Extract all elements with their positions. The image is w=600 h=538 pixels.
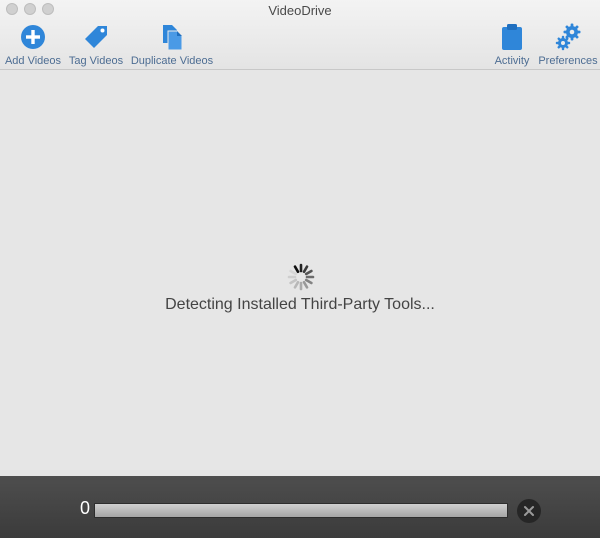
main-content: Detecting Installed Third-Party Tools... bbox=[0, 70, 600, 476]
tag-videos-button[interactable]: Tag Videos bbox=[67, 22, 125, 68]
preferences-button[interactable]: Preferences bbox=[537, 22, 599, 68]
toolbar: VideoDrive Add Videos Tag Videos Duplica… bbox=[0, 0, 600, 70]
preferences-label: Preferences bbox=[538, 55, 598, 67]
progress-count: 0 bbox=[79, 498, 90, 518]
status-message: Detecting Installed Third-Party Tools... bbox=[165, 296, 435, 313]
gears-icon bbox=[555, 23, 581, 51]
activity-button[interactable]: Activity bbox=[490, 22, 534, 68]
duplicate-documents-icon bbox=[163, 25, 183, 51]
close-icon bbox=[524, 506, 534, 516]
duplicate-videos-label: Duplicate Videos bbox=[130, 55, 214, 67]
add-videos-label: Add Videos bbox=[4, 55, 62, 67]
add-videos-button[interactable]: Add Videos bbox=[3, 22, 63, 68]
progress-bar bbox=[94, 503, 508, 518]
cancel-button[interactable] bbox=[517, 499, 541, 523]
plus-circle-icon bbox=[21, 25, 45, 49]
activity-label: Activity bbox=[494, 55, 530, 67]
app-window: VideoDrive Add Videos Tag Videos Duplica… bbox=[0, 0, 600, 538]
tag-videos-label: Tag Videos bbox=[68, 55, 124, 67]
loading-spinner-icon bbox=[287, 263, 315, 291]
window-title: VideoDrive bbox=[268, 3, 332, 18]
clipboard-icon bbox=[502, 24, 522, 50]
tag-icon bbox=[85, 26, 107, 48]
footer-bar: 0 bbox=[0, 476, 600, 538]
duplicate-videos-button[interactable]: Duplicate Videos bbox=[128, 22, 216, 68]
